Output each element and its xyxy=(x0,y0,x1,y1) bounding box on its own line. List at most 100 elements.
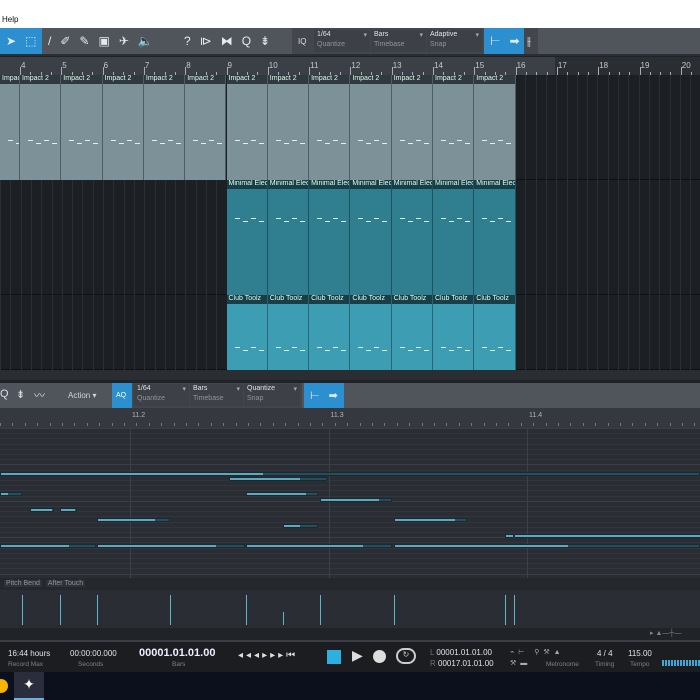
quantize-dropdown[interactable]: 1/64 ▾ Quantize xyxy=(314,30,370,52)
velocity-bar[interactable] xyxy=(394,595,395,625)
punch-icons[interactable]: ⌁⊢ ⚲⚒▲ xyxy=(510,648,565,656)
event-clip[interactable]: Minimal Elec xyxy=(350,180,392,295)
editor-scrollbar[interactable]: ▸ ▲—┼— xyxy=(0,628,700,640)
nudge-back-icon[interactable]: ◂ xyxy=(238,650,246,661)
listen-tool-icon[interactable]: 🔈 xyxy=(138,34,153,48)
audio-stretch-icon[interactable]: ⧓ xyxy=(221,34,233,48)
midi-note[interactable] xyxy=(29,508,54,512)
midi-note[interactable] xyxy=(245,544,393,549)
midi-note[interactable] xyxy=(394,544,700,549)
event-clip[interactable]: Club Toolz xyxy=(350,295,392,370)
event-clip[interactable]: Impact 2 xyxy=(185,75,227,180)
fast-forward-icon[interactable]: ▸▸ xyxy=(262,650,278,661)
event-clip[interactable]: Impact 2 xyxy=(102,75,144,180)
midi-note[interactable] xyxy=(97,518,170,523)
split-tool-icon[interactable]: / xyxy=(48,34,51,48)
event-clip[interactable]: Club Toolz xyxy=(226,295,268,370)
taskbar-app-icon[interactable] xyxy=(0,679,8,693)
event-clip[interactable]: Impact 2 xyxy=(226,75,268,180)
zoom-slider[interactable]: ▸ ▲—┼— xyxy=(650,629,681,637)
right-locator[interactable]: R 00017.01.01.00 xyxy=(430,659,494,668)
timing-value[interactable]: 4 / 4 xyxy=(597,649,613,658)
velocity-bar[interactable] xyxy=(59,595,61,625)
midi-note[interactable] xyxy=(319,497,392,502)
arrow-right-icon[interactable]: ➡ xyxy=(509,34,519,48)
midi-note[interactable] xyxy=(245,492,318,497)
event-clip[interactable]: Impact 2 xyxy=(267,75,310,180)
rewind-icon[interactable]: ◂◂ xyxy=(246,650,262,661)
menu-help[interactable]: Help xyxy=(2,15,18,24)
event-clip[interactable]: Club Toolz xyxy=(267,295,310,370)
arrow-tool-icon[interactable]: ➤ xyxy=(6,34,16,48)
arrow-right-icon[interactable]: ➡ xyxy=(329,389,338,402)
play-button[interactable]: ▶ xyxy=(352,647,363,664)
event-clip[interactable]: Minimal Elec xyxy=(391,180,433,295)
event-clip[interactable]: Club Toolz xyxy=(433,295,475,370)
velocity-bar[interactable] xyxy=(22,595,24,625)
quantize-icon[interactable]: Q xyxy=(242,34,251,48)
event-clip[interactable]: Club Toolz xyxy=(309,295,351,370)
midi-note[interactable] xyxy=(394,518,468,523)
event-clip[interactable]: Impact 2 xyxy=(309,75,351,180)
editor-quantize-dropdown[interactable]: 1/64 ▾ Quantize xyxy=(134,384,189,406)
tab-after-touch[interactable]: After Touch xyxy=(45,580,86,587)
event-clip[interactable]: Impact 2 xyxy=(61,75,103,180)
event-clip[interactable]: Minimal Elec xyxy=(267,180,310,295)
midi-note[interactable] xyxy=(505,534,514,538)
velocity-bar[interactable] xyxy=(319,595,321,625)
snap-to-cursor-icon[interactable]: ⊢ xyxy=(490,34,500,48)
midi-note[interactable] xyxy=(0,471,700,476)
tempo-value[interactable]: 115.00 xyxy=(628,649,652,658)
midi-note[interactable] xyxy=(59,508,77,512)
event-clip[interactable]: Impact 2 xyxy=(143,75,186,180)
mute-tool-icon[interactable]: ▣ xyxy=(98,34,109,48)
editor-timebase-dropdown[interactable]: Bars ▾ Timebase xyxy=(190,384,243,406)
midi-note[interactable] xyxy=(229,476,327,481)
return-to-zero-icon[interactable]: ⏮ xyxy=(286,650,298,661)
stop-button[interactable] xyxy=(327,650,341,664)
eraser-tool-icon[interactable]: ✐ xyxy=(60,34,70,48)
groove-icon[interactable]: ⇟ xyxy=(260,34,270,48)
event-clip[interactable]: Minimal Elec xyxy=(226,180,268,295)
velocity-bar[interactable] xyxy=(245,595,247,625)
event-clip[interactable]: Club Toolz xyxy=(474,295,516,370)
event-clip[interactable]: Minimal Elec xyxy=(474,180,516,295)
editor-snap-dropdown[interactable]: Quantize ▾ Snap xyxy=(244,384,300,406)
snap-to-cursor-icon[interactable]: ⊢ xyxy=(310,389,320,402)
midi-note[interactable] xyxy=(514,534,700,538)
pencil-tool-icon[interactable]: ✎ xyxy=(79,34,89,48)
event-clip[interactable]: Minimal Elec xyxy=(433,180,475,295)
mic-icon[interactable]: ⇟ xyxy=(16,388,25,401)
cursor-follow-button[interactable]: ⫲ xyxy=(524,28,538,54)
iq-button[interactable]: IQ xyxy=(298,37,306,46)
event-clip[interactable]: Impact 2 xyxy=(474,75,516,180)
event-clip[interactable]: Impact 2 xyxy=(391,75,433,180)
midi-note[interactable] xyxy=(0,544,97,549)
range-tool-icon[interactable]: ⬚ xyxy=(25,34,36,48)
velocity-bar[interactable] xyxy=(505,595,507,625)
velocity-bar[interactable] xyxy=(169,595,171,625)
velocity-lane[interactable] xyxy=(0,590,700,628)
help-icon[interactable]: ? xyxy=(184,34,191,48)
metronome-label[interactable]: Metronome xyxy=(546,661,579,668)
audio-bend-icon[interactable]: ⧐ xyxy=(200,34,212,48)
tab-pitch-bend[interactable]: Pitch Bend xyxy=(4,580,42,587)
curve-tool-icon[interactable]: 〰 xyxy=(34,387,45,403)
event-clip[interactable]: Impact 2 xyxy=(0,75,20,180)
velocity-bar[interactable] xyxy=(514,595,516,625)
midi-note[interactable] xyxy=(0,492,23,497)
midi-note[interactable] xyxy=(97,544,246,549)
precount-icons[interactable]: ⚒▬ xyxy=(510,659,531,667)
arrange-ruler[interactable]: 4 5 6 7 8 9 10 11 12 13 14 15 16 17 18 19 20 xyxy=(0,57,700,75)
midi-note[interactable] xyxy=(282,523,318,528)
event-clip[interactable]: Impact 2 xyxy=(433,75,475,180)
loop-button[interactable]: ↻ xyxy=(396,648,416,664)
horizontal-scrollbar[interactable] xyxy=(0,370,700,380)
editor-ruler[interactable]: 11.2 11.3 11.4 xyxy=(0,408,700,428)
studio-one-taskbar-icon[interactable]: ✦ xyxy=(14,672,44,700)
aq-button[interactable]: AQ xyxy=(112,383,132,408)
event-clip[interactable]: Club Toolz xyxy=(391,295,433,370)
action-menu[interactable]: Action ▾ xyxy=(68,391,96,400)
velocity-bar[interactable] xyxy=(282,611,284,625)
event-clip[interactable]: Minimal Elec xyxy=(309,180,351,295)
